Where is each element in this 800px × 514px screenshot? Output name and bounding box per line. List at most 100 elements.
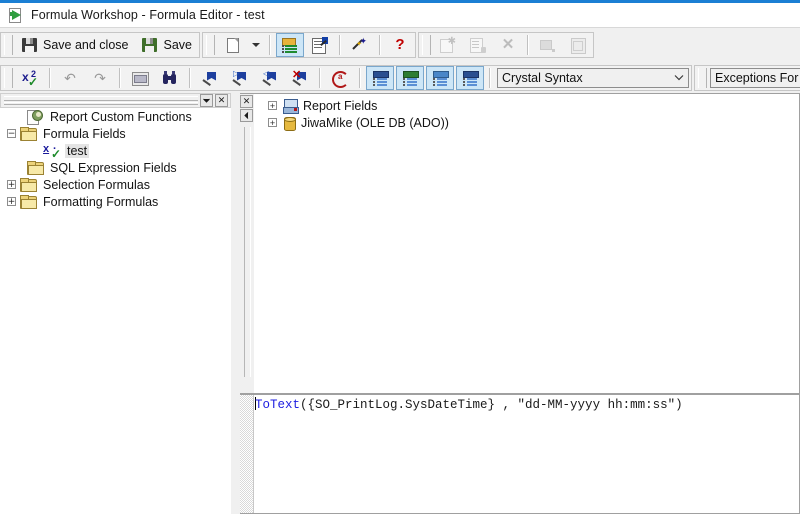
tree-item-sql-expression-fields[interactable]: SQL Expression Fields [0,159,231,176]
formula-text-editor[interactable]: ToText({SO_PrintLog.SysDateTime} , "dd-M… [240,394,800,514]
field-tree-nodes[interactable]: + Report Fields + JiwaMike (OLE DB (ADO)… [256,97,797,131]
new-row-icon: ✱ [440,37,456,53]
toolbar-grip[interactable] [4,35,13,55]
toggle-bookmark-button[interactable] [196,66,224,90]
operator-tree-icon [432,70,448,86]
toolbar-separator-10 [489,68,491,88]
find-replace-button[interactable] [156,66,184,90]
duplicate-rows-button[interactable] [464,33,492,57]
operator-tree-button[interactable] [426,66,454,90]
field-tree-button[interactable] [366,66,394,90]
formula-workshop-icon [8,7,24,23]
panel-grip-bar[interactable]: ✕ [0,93,231,108]
expander-minus-icon[interactable]: − [7,129,16,138]
formula-workshop-window: Formula Workshop - Formula Editor - test… [0,0,800,514]
editor-gutter [240,395,254,513]
syntax-select-value: Crystal Syntax [502,71,670,85]
toolbar-separator-5 [49,68,51,88]
tree-item-report-custom-functions[interactable]: Report Custom Functions [0,108,231,125]
panel-drag-handle[interactable] [4,96,198,105]
panel-splitter[interactable] [231,93,240,514]
previous-bookmark-button[interactable]: ◁ [256,66,284,90]
expander-plus-icon[interactable]: + [7,180,16,189]
tree-item-test[interactable]: x·✓ test [0,142,231,159]
check-syntax-button[interactable]: x2✓ [16,66,44,90]
report-custom-functions-icon [27,110,43,124]
rename-properties-icon [312,37,328,53]
formula-code[interactable]: ToText({SO_PrintLog.SysDateTime} , "dd-M… [255,397,799,413]
field-tree-collapse-left-icon[interactable] [240,109,253,122]
tree-item-formatting-formulas[interactable]: + Formatting Formulas [0,193,231,210]
tree-item-label: SQL Expression Fields [48,161,179,175]
tree-item-selection-formulas[interactable]: + Selection Formulas [0,176,231,193]
editor-right-area: ✕ + Report Fields + [240,93,800,514]
toolbar-separator-6 [119,68,121,88]
magic-wand-icon: ✦✦ [352,37,368,53]
expander-plus-icon[interactable]: + [268,118,277,127]
toolbar-separator-7 [189,68,191,88]
save-button[interactable]: Save [136,33,198,57]
toolbar-band-editor: x2✓ ↶ ↷ [0,65,692,91]
redo-arrow-icon: ↷ [92,70,108,86]
panel-close-x-icon[interactable]: ✕ [215,94,228,107]
sort-order-button[interactable]: a [326,66,354,90]
report-fields-icon [283,99,298,113]
workshop-tree-icon [282,37,298,53]
field-tree-item-report-fields[interactable]: + Report Fields [256,97,797,114]
toolbar-band-rows: ✱ ✕ [418,32,594,58]
help-button[interactable]: ? [386,33,414,57]
floppy-disk-icon [22,37,38,53]
toolbar-band-file: Save and close Save [0,32,200,58]
toolbar-grip-3[interactable] [422,35,431,55]
all-trees-button[interactable] [456,66,484,90]
field-tree-rail[interactable] [244,127,251,377]
field-tree-item-jiwamike[interactable]: + JiwaMike (OLE DB (ADO)) [256,114,797,131]
tree-item-label: Report Custom Functions [48,110,194,124]
redo-button[interactable]: ↷ [86,66,114,90]
function-tree-button[interactable] [396,66,424,90]
field-tree-close-x-icon[interactable]: ✕ [240,95,253,108]
save-and-close-button[interactable]: Save and close [16,33,134,57]
rename-button[interactable] [306,33,334,57]
formula-workshop-tree[interactable]: Report Custom Functions − Formula Fields… [0,108,231,514]
toolbar-grip-4[interactable] [4,68,13,88]
sort-refresh-icon: a [332,70,348,86]
expander-none-icon [14,112,23,121]
expander-plus-icon[interactable]: + [7,197,16,206]
nulls-select-value: Exceptions For Nulls [715,71,800,85]
new-row-button[interactable]: ✱ [434,33,462,57]
save-label: Save [163,38,192,52]
undo-button[interactable]: ↶ [56,66,84,90]
tree-item-formula-fields[interactable]: − Formula Fields [0,125,231,142]
expander-plus-icon[interactable]: + [268,101,277,110]
tree-item-label: Formatting Formulas [41,195,160,209]
previous-bookmark-icon: ◁ [262,70,278,86]
formula-expert-button[interactable]: ✦✦ [346,33,374,57]
window-view-button[interactable] [564,33,592,57]
toolbar-grip-2[interactable] [206,35,215,55]
chevron-down-icon[interactable] [670,74,688,81]
tree-view-button[interactable] [534,33,562,57]
panel-menu-chevron-down-icon[interactable] [200,94,213,107]
tree-view-icon [540,37,556,53]
bookmark-flag-icon [202,70,218,86]
new-formula-button[interactable] [218,33,246,57]
field-tree-panel: ✕ + Report Fields + [240,93,800,394]
chevron-down-icon[interactable] [252,43,260,47]
code-plain: ({SO_PrintLog.SysDateTime} , "dd-MM-yyyy… [300,398,683,412]
next-bookmark-button[interactable]: ▷ [226,66,254,90]
help-question-icon: ? [392,37,408,53]
clear-bookmarks-button[interactable]: ✕ [286,66,314,90]
x-squared-check-icon: x2✓ [22,70,38,86]
delete-button[interactable]: ✕ [494,33,522,57]
toggle-workshop-tree-button[interactable] [276,33,304,57]
toolbar-grip-5[interactable] [698,68,707,88]
all-trees-icon [462,70,478,86]
tree-item-label: Formula Fields [41,127,128,141]
clear-bookmarks-icon: ✕ [292,70,308,86]
expander-none-icon [14,163,23,172]
nulls-select[interactable]: Exceptions For Nulls [710,68,800,88]
tree-item-label: Selection Formulas [41,178,152,192]
syntax-select[interactable]: Crystal Syntax [497,68,689,88]
browse-data-button[interactable] [126,66,154,90]
